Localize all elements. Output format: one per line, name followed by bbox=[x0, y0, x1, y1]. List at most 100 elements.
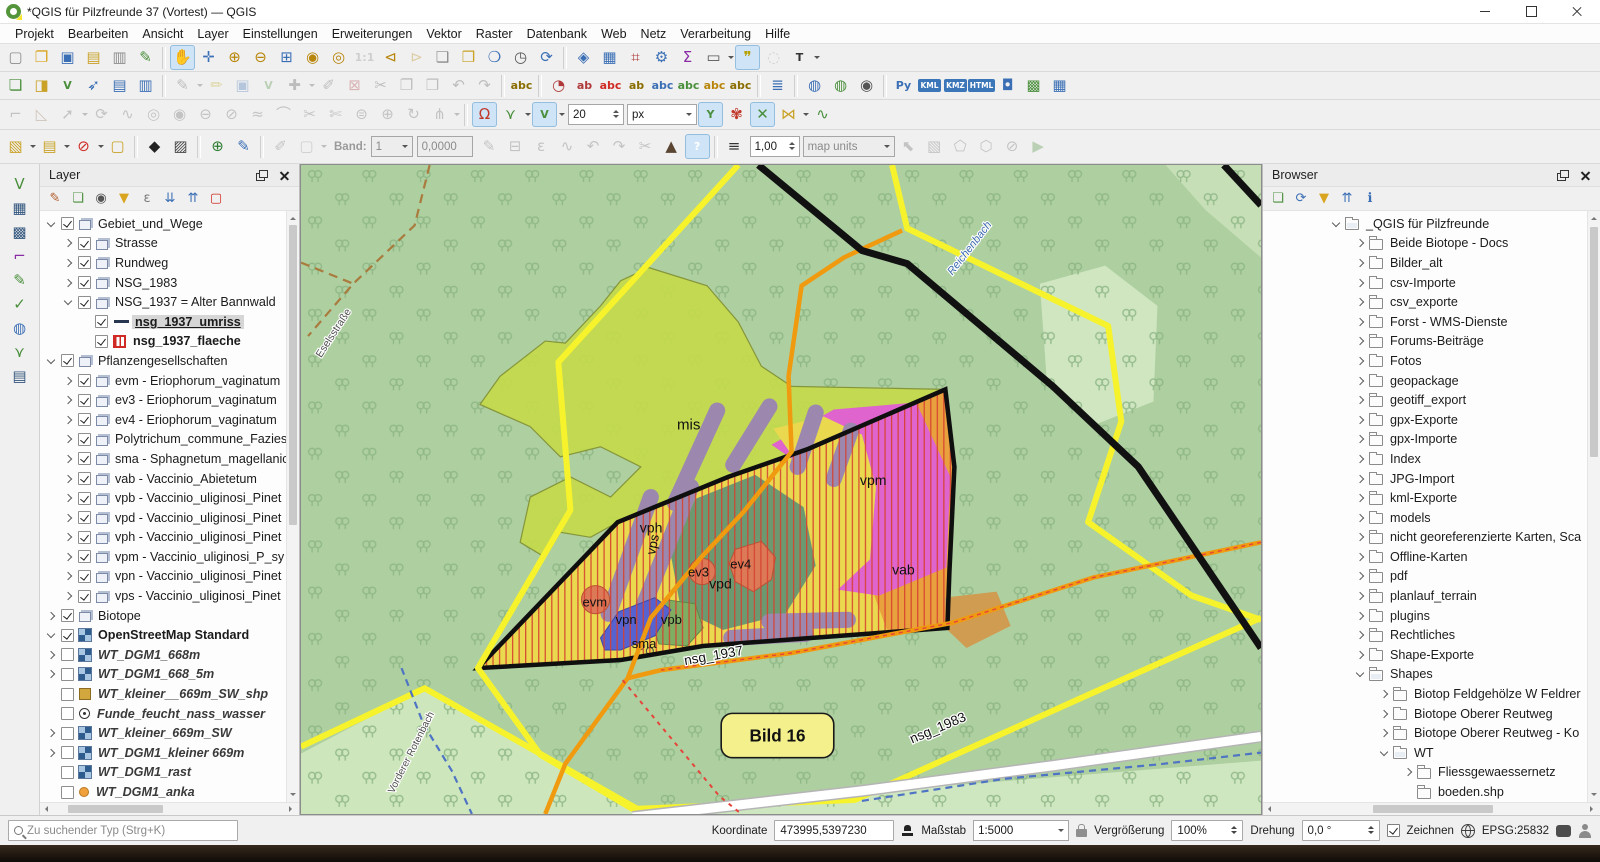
expander-icon[interactable] bbox=[44, 217, 58, 231]
pixel-dropper-icon[interactable]: ✐ bbox=[268, 134, 293, 159]
expander-icon[interactable] bbox=[61, 472, 75, 486]
layer-row[interactable]: sma - Sphagnetum_magellanici bbox=[40, 449, 286, 469]
sep[interactable] bbox=[538, 75, 542, 97]
osm-editor-icon[interactable]: ✎ bbox=[231, 134, 256, 159]
menu-item[interactable]: Einstellungen bbox=[236, 26, 325, 42]
coordinate-extent-icon[interactable] bbox=[901, 824, 914, 837]
pan-map-icon[interactable]: ✋ bbox=[170, 45, 195, 70]
pan-to-selection-icon[interactable]: ✛ bbox=[196, 45, 221, 70]
scale-combo[interactable]: 1:5000 bbox=[973, 820, 1069, 841]
expander-icon[interactable] bbox=[1353, 315, 1367, 329]
layer-row[interactable]: ev3 - Eriophorum_vaginatum bbox=[40, 390, 286, 410]
lock-scale-icon[interactable] bbox=[1076, 829, 1087, 837]
browser-vertical-scrollbar[interactable] bbox=[1587, 211, 1600, 802]
fill-ring-icon[interactable]: ◉ bbox=[167, 102, 192, 127]
catalog-search-icon[interactable]: ◍ bbox=[828, 73, 853, 98]
sep[interactable] bbox=[794, 75, 798, 97]
style-manager-icon[interactable]: ✎ bbox=[133, 45, 158, 70]
topological-editing-icon[interactable]: Y bbox=[698, 102, 723, 127]
zoom-next-icon[interactable]: ⊳ bbox=[404, 45, 429, 70]
lasso-select-icon[interactable]: ▧ bbox=[922, 134, 947, 159]
rotation-input[interactable]: 0,0 ° bbox=[1302, 820, 1380, 841]
construction-tools-icon[interactable]: ◺ bbox=[29, 102, 54, 127]
magnifier-input[interactable]: 100% bbox=[1171, 820, 1243, 841]
layer-row[interactable]: OpenStreetMap Standard bbox=[40, 625, 286, 645]
add-db-layer-icon[interactable]: ◨ bbox=[29, 73, 54, 98]
expander-icon[interactable] bbox=[61, 432, 75, 446]
snapping-mode-icon[interactable]: ⋎ bbox=[498, 102, 523, 127]
sep[interactable] bbox=[883, 75, 887, 97]
dem-grid-icon[interactable]: ▩ bbox=[7, 220, 33, 244]
expander-icon[interactable] bbox=[61, 550, 75, 564]
layer-row[interactable]: vph - Vaccinio_uliginosi_Pinet bbox=[40, 528, 286, 548]
browser-row[interactable]: geotiff_export bbox=[1263, 390, 1587, 410]
browser-row[interactable]: boeden.shp bbox=[1263, 782, 1587, 802]
toggle-editing-icon[interactable]: ✏ bbox=[204, 73, 229, 98]
visibility-checkbox[interactable] bbox=[61, 354, 74, 367]
expander-icon[interactable] bbox=[1353, 452, 1367, 466]
table-plugin-icon[interactable]: ▤ bbox=[7, 364, 33, 388]
sep[interactable] bbox=[501, 75, 505, 97]
expander-icon[interactable] bbox=[1353, 334, 1367, 348]
spatial-bookmarks-icon[interactable]: ❍ bbox=[482, 45, 507, 70]
menu-item[interactable]: Raster bbox=[469, 26, 520, 42]
expander-icon[interactable] bbox=[1353, 550, 1367, 564]
close-button[interactable] bbox=[1554, 0, 1600, 24]
expander-icon[interactable] bbox=[78, 334, 92, 348]
expander-icon[interactable] bbox=[1353, 374, 1367, 388]
move-rotate-label-icon[interactable]: abc bbox=[676, 73, 701, 98]
visibility-checkbox[interactable] bbox=[61, 668, 74, 681]
visibility-checkbox[interactable] bbox=[61, 766, 74, 779]
browser-row[interactable]: pdf bbox=[1263, 567, 1587, 587]
browser-row[interactable]: geopackage bbox=[1263, 371, 1587, 391]
browser-row[interactable]: Offline-Karten bbox=[1263, 547, 1587, 567]
search-input[interactable]: Zu suchender Typ (Strg+K) bbox=[8, 820, 238, 841]
browser-row[interactable]: planlauf_terrain bbox=[1263, 586, 1587, 606]
refresh-map-icon[interactable]: ⟳ bbox=[534, 45, 559, 70]
menu-item[interactable]: Erweiterungen bbox=[325, 26, 420, 42]
new-gpx-layer-icon[interactable]: ➶ bbox=[81, 73, 106, 98]
visibility-checkbox[interactable] bbox=[61, 629, 74, 642]
expander-icon[interactable] bbox=[1401, 785, 1415, 799]
split-features-icon[interactable]: ✄ bbox=[323, 102, 348, 127]
select-by-value-icon[interactable]: ▤ bbox=[37, 134, 62, 159]
expander-icon[interactable] bbox=[44, 687, 58, 701]
move-feature-icon[interactable]: ➚ bbox=[55, 102, 80, 127]
undock-icon[interactable] bbox=[253, 168, 271, 183]
help-plugin-icon[interactable]: ? bbox=[685, 134, 710, 159]
menu-item[interactable]: Bearbeiten bbox=[61, 26, 135, 42]
visibility-checkbox[interactable] bbox=[78, 276, 91, 289]
hook-tool-icon[interactable]: ⌐ bbox=[7, 244, 33, 268]
enable-advanced-digitizing-icon[interactable]: ⌐ bbox=[3, 102, 28, 127]
browser-row[interactable]: Fotos bbox=[1263, 351, 1587, 371]
layer-row[interactable]: WT_kleiner__669m_SW_shp bbox=[40, 684, 286, 704]
measure-icon[interactable]: ▭ bbox=[701, 45, 726, 70]
layer-row[interactable]: Biotope bbox=[40, 606, 286, 626]
run-selection-icon[interactable]: ▶ bbox=[1026, 134, 1051, 159]
tracing-icon[interactable]: ⋈ bbox=[776, 102, 801, 127]
sep[interactable] bbox=[134, 136, 138, 158]
zoom-to-selection-icon[interactable]: ◉ bbox=[300, 45, 325, 70]
qgis2web-icon[interactable]: ◉ bbox=[854, 73, 879, 98]
visibility-checkbox[interactable] bbox=[61, 707, 74, 720]
raster-fill-icon[interactable]: ⊟ bbox=[503, 134, 528, 159]
filter-browser-icon[interactable]: ▼ bbox=[1314, 189, 1334, 209]
expander-icon[interactable] bbox=[61, 452, 75, 466]
expander-icon[interactable] bbox=[61, 393, 75, 407]
collapse-all-icon[interactable]: ⇈ bbox=[183, 189, 203, 209]
paste-features-icon[interactable]: ❒ bbox=[420, 73, 445, 98]
visibility-checkbox[interactable] bbox=[78, 492, 91, 505]
expander-icon[interactable] bbox=[61, 491, 75, 505]
layer-row[interactable]: NSG_1983 bbox=[40, 273, 286, 293]
visibility-checkbox[interactable] bbox=[78, 452, 91, 465]
avoid-overlap-icon[interactable]: ✾ bbox=[724, 102, 749, 127]
expander-icon[interactable] bbox=[1353, 648, 1367, 662]
expander-icon[interactable] bbox=[1353, 413, 1367, 427]
band-combo[interactable]: 1 bbox=[371, 136, 413, 157]
expander-icon[interactable] bbox=[1353, 393, 1367, 407]
layer-horizontal-scrollbar[interactable] bbox=[40, 802, 299, 815]
layer-row[interactable]: evm - Eriophorum_vaginatum bbox=[40, 371, 286, 391]
new-project-icon[interactable]: ▢ bbox=[3, 45, 28, 70]
visibility-checkbox[interactable] bbox=[78, 256, 91, 269]
visibility-checkbox[interactable] bbox=[61, 727, 74, 740]
